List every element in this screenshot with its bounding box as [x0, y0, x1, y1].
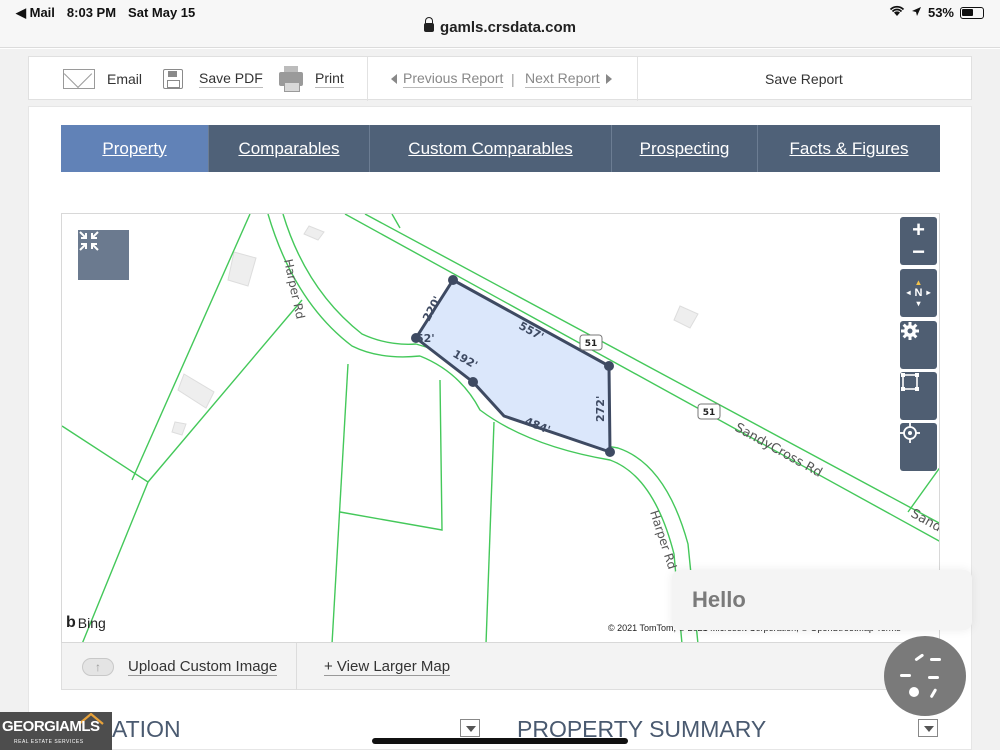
email-label: Email [107, 71, 143, 87]
svg-text:51: 51 [703, 408, 716, 418]
chevron-right-icon [605, 74, 612, 84]
bing-attribution: b Bing [66, 614, 106, 632]
map-footer: ↑ Upload Custom Image + View Larger Map [61, 643, 940, 690]
cloud-upload-icon: ↑ [82, 657, 114, 676]
zoom-out-button[interactable]: − [912, 241, 925, 263]
tab-property[interactable]: Property [61, 125, 209, 172]
printer-icon [279, 66, 303, 92]
zoom-in-button[interactable]: + [912, 219, 925, 241]
compass-label: N [914, 286, 923, 299]
tab-comparables[interactable]: Comparables [209, 125, 370, 172]
dimension-label: 52' [416, 332, 435, 345]
floppy-disk-icon [163, 69, 183, 89]
save-report-button[interactable]: Save Report [765, 57, 843, 101]
road-label: Harper Rd [647, 509, 679, 571]
bing-label: Bing [77, 615, 106, 631]
chevron-left-icon [391, 74, 397, 84]
report-toolbar: Email Save PDF Print Previous Report | N… [28, 56, 972, 101]
email-button[interactable]: Email [63, 57, 142, 101]
home-indicator[interactable] [372, 738, 628, 744]
next-report-label: Next Report [525, 70, 600, 88]
area-select-button[interactable] [900, 372, 937, 420]
battery-percent: 53% [927, 5, 954, 20]
compass-west-arrow-icon: ◂ [906, 288, 911, 297]
upload-label: Upload Custom Image [128, 657, 278, 676]
report-tabs: Property Comparables Custom Comparables … [61, 125, 940, 172]
previous-report-link[interactable]: Previous Report [391, 57, 504, 101]
wifi-icon [889, 5, 905, 20]
section-heading-location: ATION [112, 716, 181, 742]
collapse-arrows-icon [79, 231, 99, 251]
location-arrow-icon [911, 5, 922, 20]
georgia-mls-logo: GEORGIAMLS REAL ESTATE SERVICES [0, 712, 112, 750]
compass-south-arrow-icon: ▾ [916, 298, 921, 308]
save-pdf-button[interactable]: Save PDF [163, 57, 263, 101]
section-toggle-property-summary[interactable] [918, 719, 938, 737]
view-larger-label: + View Larger Map [324, 657, 451, 676]
nav-separator: | [511, 71, 515, 87]
tab-prospecting[interactable]: Prospecting [612, 125, 758, 172]
locate-button[interactable] [900, 423, 937, 471]
route-shield-51: 51 [697, 403, 721, 420]
url-text: gamls.crsdata.com [440, 19, 576, 36]
status-bar: ◀ Mail 8:03 PM Sat May 15 53% gamls.crsd… [0, 0, 1000, 48]
collapse-map-button[interactable] [78, 230, 129, 280]
svg-text:51: 51 [585, 339, 598, 349]
map-settings-button[interactable] [900, 321, 937, 369]
road-label: SandyCross Rd [732, 420, 825, 480]
save-report-label: Save Report [765, 71, 843, 87]
compass-button[interactable]: ▲ ◂ N ▸ ▾ [900, 269, 937, 317]
bing-logo-icon: b [66, 614, 76, 631]
route-shield-51: 51 [579, 334, 603, 351]
road-label: Sand [908, 506, 940, 535]
chat-bubbles-icon [900, 653, 941, 698]
envelope-icon [63, 69, 95, 89]
chat-greeting-text: Hello [692, 587, 746, 612]
address-bar[interactable]: gamls.crsdata.com [0, 17, 1000, 36]
compass-east-arrow-icon: ▸ [926, 288, 931, 297]
print-button[interactable]: Print [279, 57, 344, 101]
select-area-icon [901, 373, 919, 391]
next-report-link[interactable]: Next Report [525, 57, 612, 101]
view-larger-map-link[interactable]: + View Larger Map [324, 643, 451, 690]
section-toggle-location[interactable] [460, 719, 480, 737]
print-label: Print [315, 70, 344, 88]
tab-facts-figures[interactable]: Facts & Figures [758, 125, 940, 172]
crosshair-icon [900, 423, 920, 443]
save-pdf-label: Save PDF [199, 70, 263, 88]
dimension-label: 272' [594, 396, 607, 422]
zoom-control: + − [900, 217, 937, 265]
chat-launcher-button[interactable] [884, 636, 966, 716]
road-label: Harper Rd [281, 258, 307, 321]
gear-icon [901, 322, 919, 340]
battery-icon [960, 6, 984, 19]
lock-icon [424, 17, 435, 32]
logo-brand: GEORGIAMLS [2, 718, 100, 735]
compass-north-marker-icon: ▲ [914, 277, 923, 287]
previous-report-label: Previous Report [403, 70, 504, 88]
logo-tagline: REAL ESTATE SERVICES [14, 739, 84, 745]
tab-custom-comparables[interactable]: Custom Comparables [370, 125, 612, 172]
upload-custom-image-button[interactable]: ↑ Upload Custom Image [82, 643, 278, 690]
chat-greeting-bubble[interactable]: Hello [672, 570, 972, 630]
